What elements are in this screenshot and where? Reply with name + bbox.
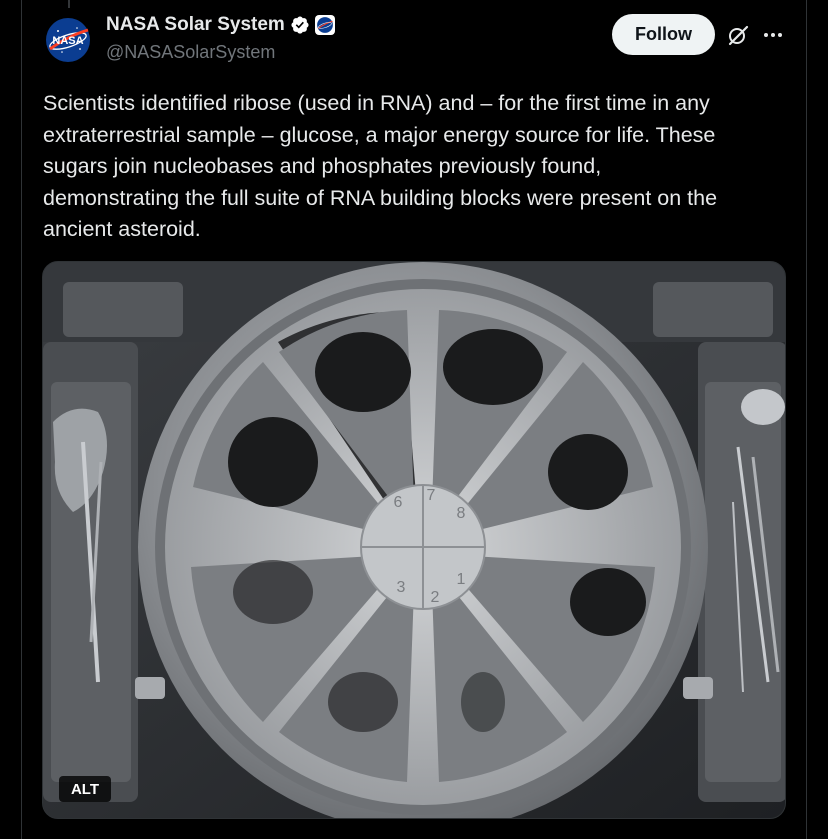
svg-text:NASA: NASA [52, 35, 83, 47]
follow-button[interactable]: Follow [612, 14, 715, 55]
grok-icon[interactable] [727, 24, 749, 46]
author-handle[interactable]: @NASASolarSystem [106, 42, 275, 63]
nasa-affiliate-badge-icon[interactable] [314, 15, 335, 35]
tray-number: 2 [431, 589, 440, 606]
avatar[interactable]: NASA [44, 16, 92, 64]
post-image[interactable]: 6 7 8 1 2 3 [42, 261, 786, 819]
tray-number: 6 [394, 494, 403, 511]
author-display-name[interactable]: NASA Solar System [106, 14, 285, 36]
tray-number: 7 [427, 487, 436, 504]
sample-tray-photo: 6 7 8 1 2 3 [43, 262, 785, 818]
tray-number: 3 [397, 579, 406, 596]
tray-number: 1 [457, 571, 466, 588]
nasa-logo-icon: NASA [46, 18, 90, 62]
thread-line [68, 0, 70, 8]
tray-number: 8 [457, 505, 466, 522]
alt-text-badge[interactable]: ALT [59, 776, 111, 802]
more-options-icon[interactable] [762, 25, 784, 45]
author-name-row[interactable]: NASA Solar System [106, 14, 335, 36]
verified-badge-icon[interactable] [290, 15, 310, 35]
tweet-text: Scientists identified ribose (used in RN… [43, 91, 718, 241]
